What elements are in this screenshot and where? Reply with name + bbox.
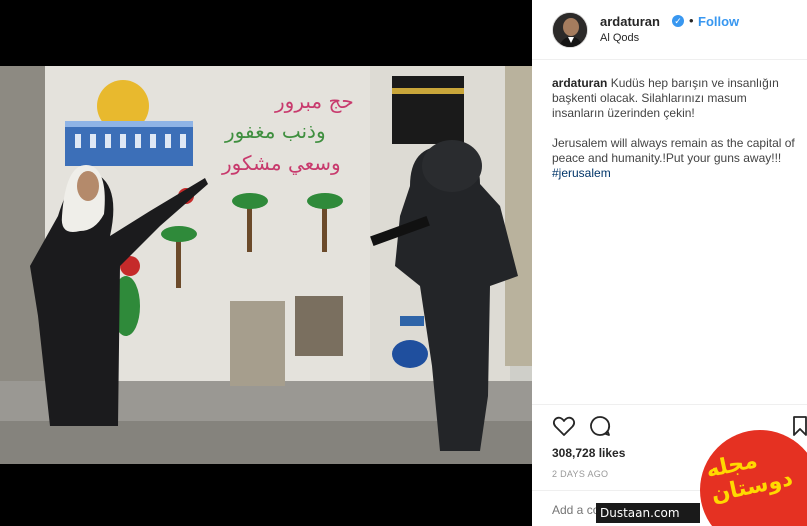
caption-english: Jerusalem will always remain as the capi…	[552, 136, 796, 181]
bookmark-icon	[793, 416, 807, 436]
mural-text-1: حج مبرور	[274, 89, 354, 113]
hashtag-link[interactable]: #jerusalem	[552, 166, 611, 180]
post-header: ardaturan ✓ • Follow Al Qods	[532, 0, 807, 60]
post-media[interactable]: حج مبرور وذنب مغفور وسعي مشكور	[0, 0, 532, 526]
likes-count[interactable]: 308,728 likes	[552, 446, 625, 460]
save-button[interactable]	[788, 414, 807, 438]
caption-text-en: Jerusalem will always remain as the capi…	[552, 136, 795, 165]
divider	[532, 404, 807, 405]
caption: ardaturan Kudüs hep barışın ve insanlığı…	[552, 76, 796, 196]
photo-illustration: حج مبرور وذنب مغفور وسعي مشكور	[0, 66, 532, 464]
caption-turkish: ardaturan Kudüs hep barışın ve insanlığı…	[552, 76, 796, 121]
location-link[interactable]: Al Qods	[600, 32, 639, 44]
mural-text-2: وذنب مغفور	[224, 119, 326, 143]
comment-icon	[590, 416, 611, 436]
caption-username-link[interactable]: ardaturan	[552, 76, 607, 90]
username-link[interactable]: ardaturan	[600, 14, 660, 29]
follow-button[interactable]: Follow	[698, 14, 739, 29]
verified-badge-icon: ✓	[672, 15, 684, 27]
separator-dot: •	[689, 13, 694, 28]
comment-button[interactable]	[588, 414, 612, 438]
like-button[interactable]	[552, 414, 576, 438]
avatar[interactable]	[552, 12, 588, 48]
heart-icon	[552, 416, 576, 436]
post-photo[interactable]: حج مبرور وذنب مغفور وسعي مشكور	[0, 66, 532, 464]
avatar-image	[553, 13, 587, 47]
post-timestamp[interactable]: 2 DAYS AGO	[552, 469, 608, 479]
watermark-url: Dustaan.com	[600, 506, 680, 520]
mural-text-3: وسعي مشكور	[221, 151, 341, 176]
